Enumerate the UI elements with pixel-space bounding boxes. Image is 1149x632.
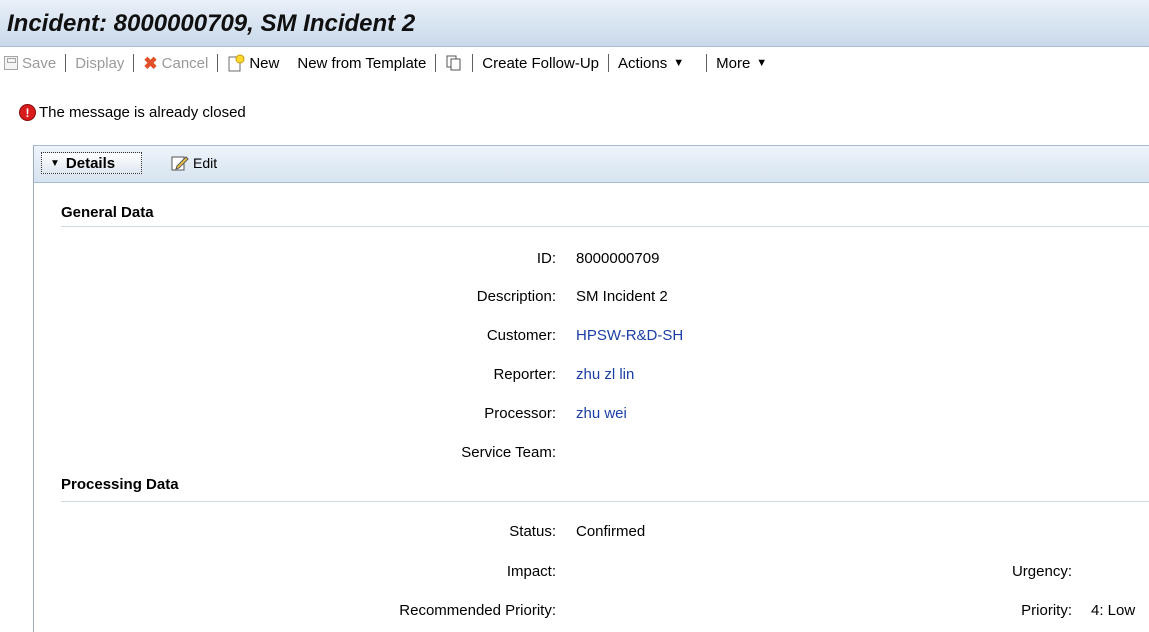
save-label: Save xyxy=(22,54,57,72)
id-label: ID: xyxy=(536,250,556,267)
toolbar-separator xyxy=(217,54,219,72)
toolbar: Save Display ✖ Cancel New New from Templ… xyxy=(0,48,1149,78)
field-row-id: ID: xyxy=(34,250,556,270)
toolbar-separator xyxy=(706,54,708,72)
toolbar-separator xyxy=(472,54,474,72)
status-value: Confirmed xyxy=(576,523,646,540)
collapse-triangle-icon: ▼ xyxy=(50,157,60,169)
create-follow-up-label: Create Follow-Up xyxy=(482,54,600,72)
field-row-urgency: Urgency: xyxy=(34,563,1072,583)
priority-value: 4: Low xyxy=(1091,602,1136,619)
create-follow-up-button[interactable]: Create Follow-Up xyxy=(478,55,603,72)
new-from-template-label: New from Template xyxy=(297,54,427,72)
details-toggle-button[interactable]: ▼ Details xyxy=(41,152,142,174)
field-row-processor: Processor: xyxy=(34,405,556,425)
details-panel: ▼ Details Edit General Data ID: 80000007… xyxy=(33,145,1149,632)
error-icon: ! xyxy=(20,105,35,120)
status-message-text: The message is already closed xyxy=(39,104,246,121)
actions-menu-button[interactable]: Actions ▼ xyxy=(614,55,688,72)
processor-label: Processor: xyxy=(484,405,556,422)
status-message: ! The message is already closed xyxy=(20,104,246,121)
dropdown-arrow-icon: ▼ xyxy=(673,57,685,69)
new-document-icon xyxy=(228,54,245,72)
toolbar-separator xyxy=(435,54,437,72)
details-label: Details xyxy=(65,154,116,172)
new-label: New xyxy=(249,54,280,72)
cancel-button[interactable]: ✖ Cancel xyxy=(139,55,212,72)
field-row-customer: Customer: xyxy=(34,327,556,347)
save-button[interactable]: Save xyxy=(0,55,60,72)
toolbar-separator xyxy=(133,54,135,72)
urgency-label: Urgency: xyxy=(1011,563,1072,580)
title-bar: Incident: 8000000709, SM Incident 2 xyxy=(0,0,1149,47)
processor-link[interactable]: zhu wei xyxy=(576,405,627,422)
edit-button[interactable]: Edit xyxy=(171,154,217,172)
copy-button[interactable] xyxy=(441,54,467,72)
dropdown-arrow-icon: ▼ xyxy=(756,57,768,69)
customer-link[interactable]: HPSW-R&D-SH xyxy=(576,327,683,344)
cancel-label: Cancel xyxy=(161,54,209,72)
toolbar-separator xyxy=(608,54,610,72)
field-row-description: Description: xyxy=(34,288,556,308)
reporter-label: Reporter: xyxy=(493,366,556,383)
details-panel-header: ▼ Details Edit xyxy=(34,145,1149,183)
section-divider xyxy=(61,501,1149,502)
description-value: SM Incident 2 xyxy=(576,288,668,305)
display-button[interactable]: Display xyxy=(71,55,128,72)
reporter-link[interactable]: zhu zl lin xyxy=(576,366,634,383)
section-divider xyxy=(61,226,1149,227)
save-icon xyxy=(4,56,18,70)
copy-icon xyxy=(446,55,461,71)
cancel-icon: ✖ xyxy=(143,53,158,73)
field-row-status: Status: xyxy=(34,523,556,543)
service-team-label: Service Team: xyxy=(461,444,556,461)
new-from-template-button[interactable]: New from Template xyxy=(293,55,430,72)
field-row-reporter: Reporter: xyxy=(34,366,556,386)
priority-label: Priority: xyxy=(1021,602,1072,619)
field-row-service-team: Service Team: xyxy=(34,444,556,464)
id-value: 8000000709 xyxy=(576,250,660,267)
customer-label: Customer: xyxy=(486,327,556,344)
display-label: Display xyxy=(75,54,125,72)
status-label: Status: xyxy=(509,523,556,540)
general-data-heading: General Data xyxy=(61,204,154,221)
description-label: Description: xyxy=(476,288,556,305)
field-row-priority: Priority: xyxy=(34,602,1072,622)
toolbar-separator xyxy=(65,54,67,72)
page-title: Incident: 8000000709, SM Incident 2 xyxy=(7,10,416,37)
edit-label: Edit xyxy=(193,155,218,171)
edit-pencil-icon xyxy=(171,156,189,171)
new-button[interactable]: New xyxy=(223,54,283,72)
more-menu-button[interactable]: More ▼ xyxy=(712,55,771,72)
processing-data-heading: Processing Data xyxy=(61,476,179,493)
actions-label: Actions xyxy=(618,54,668,72)
more-label: More xyxy=(716,54,751,72)
